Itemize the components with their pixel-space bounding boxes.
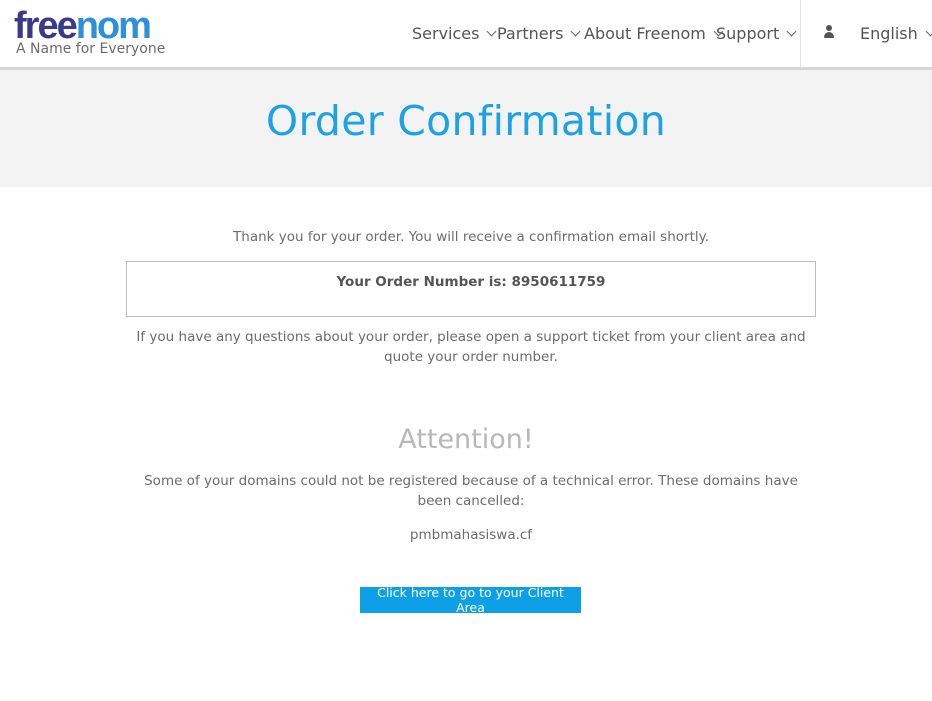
client-area-button[interactable]: Click here to go to your Client Area — [360, 585, 581, 615]
logo-tagline: A Name for Everyone — [16, 41, 166, 57]
nav-about-freenom[interactable]: About Freenom — [584, 24, 724, 43]
site-header: freenom A Name for Everyone Services Par… — [0, 0, 932, 70]
freenom-logo[interactable]: freenom A Name for Everyone — [14, 6, 184, 62]
nav-services[interactable]: Services — [412, 24, 497, 43]
nav-divider — [800, 0, 801, 67]
order-number: Your Order Number is: 8950611759 — [336, 274, 606, 290]
nav-support-label: Support — [716, 24, 780, 43]
attention-heading: Attention! — [398, 424, 534, 455]
page-banner: Order Confirmation — [0, 70, 932, 187]
logo-wordmark: freenom — [14, 5, 152, 47]
page-title: Order Confirmation — [265, 97, 667, 145]
user-icon[interactable] — [822, 25, 836, 39]
language-selector[interactable]: English — [860, 24, 932, 43]
nav-services-label: Services — [412, 24, 480, 43]
chevron-down-icon — [786, 26, 797, 37]
order-number-box: Your Order Number is: 8950611759 — [126, 261, 816, 317]
cancelled-domain: pmbmahasiswa.cf — [409, 527, 533, 543]
chevron-down-icon — [487, 26, 497, 37]
chevron-down-icon — [925, 26, 932, 37]
thank-you-message: Thank you for your order. You will recei… — [233, 229, 709, 245]
language-label: English — [860, 24, 918, 43]
attention-message: Some of your domains could not be regist… — [144, 473, 798, 509]
nav-about-label: About Freenom — [584, 24, 706, 43]
nav-partners-label: Partners — [497, 24, 564, 43]
support-message: If you have any questions about your ord… — [136, 329, 806, 365]
nav-support[interactable]: Support — [716, 24, 797, 43]
nav-partners[interactable]: Partners — [497, 24, 581, 43]
chevron-down-icon — [571, 26, 581, 37]
